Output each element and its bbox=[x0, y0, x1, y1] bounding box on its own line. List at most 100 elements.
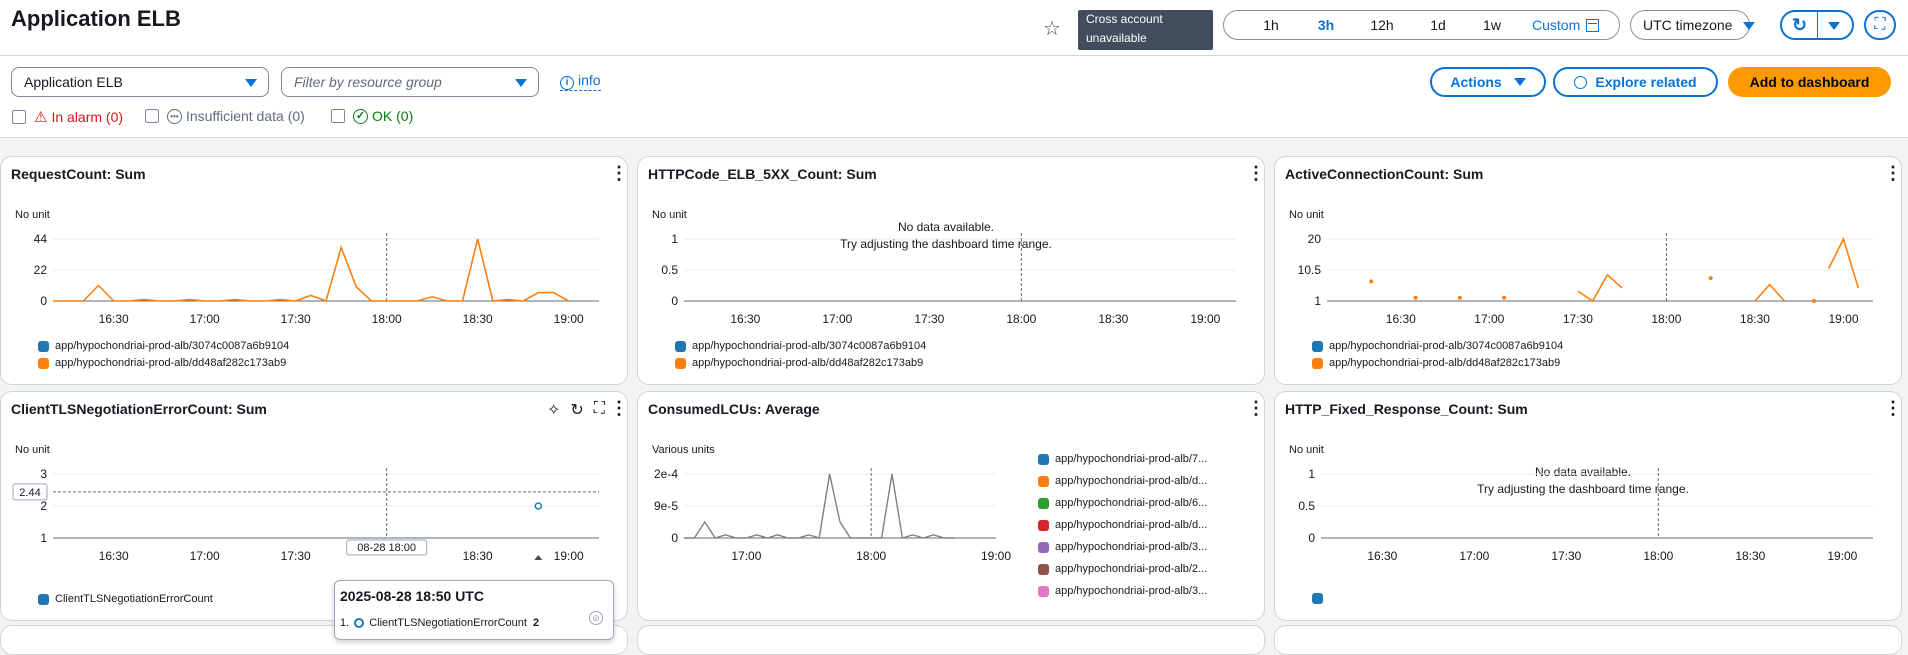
legend-swatch bbox=[38, 593, 49, 605]
filter-in-alarm[interactable]: ⚠ In alarm (0) bbox=[12, 108, 123, 126]
legend-item[interactable]: ClientTLSNegotiationErrorCount bbox=[38, 593, 213, 605]
client-tls-error-chart: 3 2 1 16:30 17:00 17:30 18:30 19:00 2.44 08-28 18… bbox=[12, 467, 599, 563]
actions-button[interactable]: Actions bbox=[1430, 67, 1546, 97]
legend-item[interactable]: app/hypochondriai-prod-alb/d... bbox=[1038, 519, 1207, 531]
fullscreen-icon[interactable]: ⛶ bbox=[594, 400, 605, 420]
refresh-icon[interactable]: ↻ bbox=[1782, 12, 1818, 38]
legend-item[interactable]: app/hypochondriai-prod-alb/dd48af282c173… bbox=[38, 357, 286, 369]
time-range-12h[interactable]: 12h bbox=[1352, 11, 1412, 39]
x-tick-label: 17:30 bbox=[1563, 312, 1593, 326]
legend-swatch bbox=[1038, 453, 1049, 465]
insufficient-data-checkbox[interactable] bbox=[145, 109, 159, 123]
legend-item[interactable]: app/hypochondriai-prod-alb/3... bbox=[1038, 585, 1207, 597]
x-tick-label: 16:30 bbox=[730, 312, 760, 326]
x-tick-label: 16:30 bbox=[99, 312, 129, 326]
legend-swatch bbox=[38, 357, 49, 369]
widget-menu-icon[interactable] bbox=[1247, 398, 1264, 419]
time-range-1w[interactable]: 1w bbox=[1464, 11, 1520, 39]
x-tick-label: 18:30 bbox=[463, 549, 493, 563]
y-tick-label: 0 bbox=[671, 531, 678, 545]
legend-item[interactable]: app/hypochondriai-prod-alb/2... bbox=[1038, 563, 1207, 575]
fullscreen-icon[interactable]: ⛶ bbox=[1864, 10, 1896, 40]
in-alarm-checkbox[interactable] bbox=[12, 110, 26, 124]
ok-checkbox[interactable] bbox=[331, 109, 345, 123]
hover-y-label: 2.44 bbox=[19, 487, 40, 499]
add-to-dashboard-button[interactable]: Add to dashboard bbox=[1728, 67, 1891, 97]
y-tick-label: 1 bbox=[671, 232, 678, 246]
time-range-3h[interactable]: 3h bbox=[1300, 11, 1352, 39]
y-tick-label: 2 bbox=[40, 499, 47, 513]
widget-menu-icon[interactable] bbox=[610, 398, 627, 419]
legend-swatch bbox=[675, 340, 686, 352]
legend-item[interactable]: app/hypochondriai-prod-alb/3074c0087a6b9… bbox=[675, 340, 926, 352]
data-point bbox=[1811, 299, 1816, 303]
legend-item[interactable]: app/hypochondriai-prod-alb/3... bbox=[1038, 541, 1207, 553]
x-tick-label: 19:00 bbox=[1827, 549, 1857, 563]
widget-active-connection-count: ActiveConnectionCount: Sum No unit 2010.… bbox=[1274, 156, 1902, 385]
refresh-options-dropdown[interactable] bbox=[1818, 12, 1852, 38]
x-tick-label: 19:00 bbox=[981, 549, 1011, 563]
x-tick-label: 18:30 bbox=[1735, 549, 1765, 563]
legend-item[interactable]: app/hypochondriai-prod-alb/7... bbox=[1038, 453, 1207, 465]
legend-item[interactable]: app/hypochondriai-prod-alb/dd48af282c173… bbox=[1312, 357, 1560, 369]
filter-insufficient-data[interactable]: ••• Insufficient data (0) bbox=[145, 108, 305, 124]
widget-menu-icon[interactable] bbox=[1247, 163, 1264, 184]
chart-tooltip: 2025-08-28 18:50 UTC 1. ClientTLSNegotia… bbox=[334, 580, 614, 640]
http-fixed-response-chart: 1 0.5 0 16:30 17:00 17:30 18:00 18:30 19:00 bbox=[1298, 467, 1873, 563]
ellipsis-icon: ••• bbox=[167, 108, 182, 124]
tooltip-row: 1. ClientTLSNegotiationErrorCount 2 bbox=[340, 617, 540, 629]
widget-menu-icon[interactable] bbox=[1884, 163, 1901, 184]
legend-item[interactable]: app/hypochondriai-prod-alb/6... bbox=[1038, 497, 1207, 509]
widget-toolbar: ✧ ↻ ⛶ bbox=[547, 400, 605, 420]
y-tick-label: 44 bbox=[34, 232, 48, 246]
x-tick-label: 18:00 bbox=[1651, 312, 1681, 326]
time-range-1d[interactable]: 1d bbox=[1412, 11, 1464, 39]
legend-item[interactable]: app/hypochondriai-prod-alb/3074c0087a6b9… bbox=[1312, 340, 1563, 352]
legend-label: app/hypochondriai-prod-alb/3... bbox=[1055, 541, 1208, 553]
time-range-1h[interactable]: 1h bbox=[1242, 11, 1300, 39]
legend-swatch bbox=[1312, 357, 1323, 369]
widget-menu-icon[interactable] bbox=[610, 163, 627, 184]
hover-x-label: 08-28 18:00 bbox=[357, 542, 416, 554]
resource-group-filter[interactable]: Filter by resource group bbox=[281, 67, 539, 97]
y-tick-label: 10.5 bbox=[1298, 263, 1322, 277]
check-icon: ✓ bbox=[353, 108, 368, 124]
legend-item[interactable]: app/hypochondriai-prod-alb/d... bbox=[1038, 475, 1207, 487]
info-link[interactable]: i info bbox=[560, 72, 601, 91]
widget-request-count: RequestCount: Sum No unit 4422016:3017:0… bbox=[0, 156, 628, 385]
calendar-icon bbox=[1586, 19, 1600, 32]
compass-icon bbox=[1574, 76, 1588, 89]
widget-menu-icon[interactable] bbox=[1884, 398, 1901, 419]
time-range-custom[interactable]: Custom bbox=[1520, 11, 1611, 39]
http-5xx-chart: 1 0.5 0 16:30 17:00 17:30 18:00 18:30 19:00 bbox=[661, 232, 1236, 326]
sparkle-icon[interactable]: ✧ bbox=[547, 400, 560, 420]
legend-item[interactable]: app/hypochondriai-prod-alb/dd48af282c173… bbox=[675, 357, 923, 369]
legend-swatch bbox=[1312, 593, 1323, 604]
y-tick-label: 1 bbox=[1314, 294, 1321, 308]
timezone-select[interactable]: UTC timezone bbox=[1630, 10, 1755, 40]
explore-related-button[interactable]: Explore related bbox=[1553, 67, 1718, 97]
pin-icon[interactable]: ⊘ bbox=[589, 611, 603, 625]
info-icon: i bbox=[560, 76, 574, 90]
tooltip-time: 2025-08-28 18:50 UTC bbox=[340, 588, 484, 604]
x-tick-label: 19:00 bbox=[554, 312, 584, 326]
x-tick-label: 16:30 bbox=[1386, 312, 1416, 326]
favorite-star-icon[interactable]: ☆ bbox=[1043, 16, 1061, 41]
refresh-icon[interactable]: ↻ bbox=[570, 400, 583, 420]
legend-swatch bbox=[675, 357, 686, 369]
x-tick-label: 18:30 bbox=[1740, 312, 1770, 326]
x-tick-label: 17:30 bbox=[281, 549, 311, 563]
widget-next-row bbox=[1274, 625, 1902, 655]
cross-account-badge: Cross account unavailable bbox=[1078, 10, 1213, 50]
legend-item[interactable] bbox=[1312, 593, 1329, 604]
x-tick-label: 18:00 bbox=[856, 549, 886, 563]
service-select[interactable]: Application ELB bbox=[11, 67, 269, 97]
widget-title: HTTPCode_ELB_5XX_Count: Sum bbox=[648, 166, 877, 182]
widget-title: ClientTLSNegotiationErrorCount: Sum bbox=[11, 401, 267, 417]
filter-ok[interactable]: ✓ OK (0) bbox=[331, 108, 413, 124]
legend-item[interactable]: app/hypochondriai-prod-alb/3074c0087a6b9… bbox=[38, 340, 289, 352]
consumed-lcus-chart: 2e-4 9e-5 0 17:00 18:00 19:00 bbox=[654, 467, 1011, 563]
legend-label: app/hypochondriai-prod-alb/d... bbox=[1055, 475, 1208, 487]
legend-swatch bbox=[1038, 541, 1049, 553]
x-tick-label: 19:00 bbox=[554, 549, 584, 563]
